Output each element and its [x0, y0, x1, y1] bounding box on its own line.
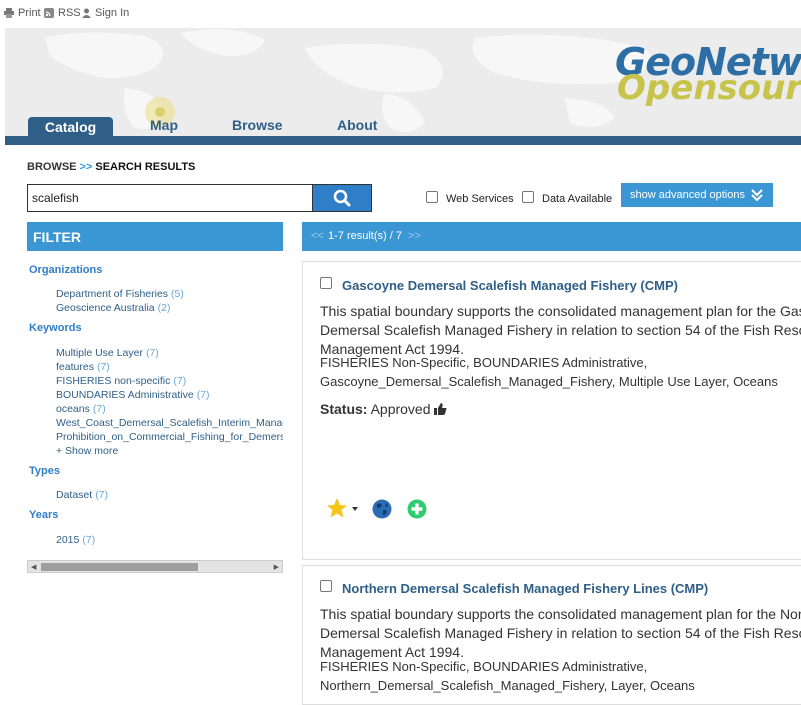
facet-item[interactable]: 2015 (7) — [56, 534, 95, 546]
filter-header: FILTER — [27, 222, 283, 251]
user-icon — [82, 8, 91, 18]
web-services-label: Web Services — [446, 193, 514, 205]
sign-in-link[interactable]: Sign In — [82, 7, 129, 19]
scroll-right-arrow-icon[interactable]: ▶ — [274, 563, 279, 571]
facet-item[interactable]: Geoscience Australia (2) — [56, 302, 170, 314]
status-label: Status: — [320, 401, 368, 417]
select-result-checkbox[interactable] — [320, 277, 332, 289]
advanced-options-label: show advanced options — [630, 189, 745, 201]
status-value: Approved — [370, 401, 431, 417]
search-icon — [333, 189, 351, 207]
breadcrumb-separator: >> — [79, 161, 93, 173]
web-services-checkbox[interactable] — [426, 191, 438, 203]
data-available-label: Data Available — [542, 193, 613, 205]
rss-label: RSS — [58, 7, 81, 19]
breadcrumb: BROWSE >> SEARCH RESULTS — [27, 161, 195, 173]
tab-map[interactable]: Map — [150, 117, 178, 137]
data-available-checkbox[interactable] — [522, 191, 534, 203]
advanced-options-button[interactable]: show advanced options — [621, 183, 773, 207]
nav-bar — [5, 136, 801, 145]
print-icon — [4, 8, 14, 18]
scroll-left-arrow-icon[interactable]: ◀ — [31, 563, 36, 571]
facet-heading-organizations: Organizations — [29, 264, 103, 276]
result-card: Gascoyne Demersal Scalefish Managed Fish… — [302, 261, 801, 560]
facet-item[interactable]: features (7) — [56, 361, 110, 373]
facet-item[interactable]: Prohibition_on_Commercial_Fishing_for_De… — [56, 431, 283, 443]
logo-opensource: Opensource — [617, 68, 801, 108]
result-title[interactable]: Northern Demersal Scalefish Managed Fish… — [342, 581, 708, 596]
tab-catalog[interactable]: Catalog — [28, 117, 113, 137]
result-abstract: This spatial boundary supports the conso… — [320, 606, 801, 660]
facet-item[interactable]: Multiple Use Layer (7) — [56, 347, 159, 359]
thumbs-up-icon — [434, 403, 447, 415]
next-page-button[interactable]: >> — [408, 230, 421, 242]
result-card: Northern Demersal Scalefish Managed Fish… — [302, 565, 801, 705]
result-keywords: FISHERIES Non-Specific, BOUNDARIES Admin… — [320, 659, 695, 693]
results-summary: 1-7 result(s) / 7 — [328, 230, 402, 242]
rss-icon — [44, 8, 54, 18]
previous-page-button[interactable]: << — [311, 230, 324, 242]
show-more-link[interactable]: + Show more — [56, 445, 118, 457]
tab-browse[interactable]: Browse — [232, 117, 283, 137]
search-button[interactable] — [312, 184, 372, 212]
add-icon[interactable] — [407, 499, 427, 519]
result-status: Status: Approved — [320, 401, 447, 417]
print-link[interactable]: Print — [4, 7, 41, 19]
tab-about[interactable]: About — [337, 117, 377, 137]
facet-item[interactable]: oceans (7) — [56, 403, 106, 415]
facet-horizontal-scrollbar[interactable]: ◀ ▶ — [27, 560, 283, 573]
print-label: Print — [18, 7, 41, 19]
select-result-checkbox[interactable] — [320, 580, 332, 592]
chevron-down-icon[interactable] — [352, 507, 358, 511]
header-banner: GeoNetwork Opensource — [5, 28, 801, 137]
facet-heading-years: Years — [29, 509, 59, 521]
result-keywords: FISHERIES Non-Specific, BOUNDARIES Admin… — [320, 355, 778, 389]
facet-heading-keywords: Keywords — [29, 322, 82, 334]
result-title[interactable]: Gascoyne Demersal Scalefish Managed Fish… — [342, 278, 678, 293]
scrollbar-thumb[interactable] — [41, 563, 198, 571]
results-bar: << 1-7 result(s) / 7 >> — [302, 222, 801, 251]
search-input[interactable] — [27, 184, 313, 212]
breadcrumb-current: SEARCH RESULTS — [95, 161, 196, 173]
facet-item[interactable]: West_Coast_Demersal_Scalefish_Interim_Ma… — [56, 417, 283, 429]
facet-item[interactable]: BOUNDARIES Administrative (7) — [56, 389, 210, 401]
globe-icon[interactable] — [372, 499, 392, 519]
rss-link[interactable]: RSS — [44, 7, 81, 19]
facet-item[interactable]: Dataset (7) — [56, 489, 108, 501]
facet-heading-types: Types — [29, 465, 60, 477]
facet-item[interactable]: FISHERIES non-specific (7) — [56, 375, 186, 387]
result-abstract: This spatial boundary supports the conso… — [320, 303, 801, 357]
top-utility-bar: Print RSS Sign In — [0, 0, 801, 28]
facet-list: Organizations Department of Fisheries (5)… — [27, 252, 283, 562]
sign-in-label: Sign In — [95, 7, 130, 19]
facet-item[interactable]: Department of Fisheries (5) — [56, 288, 184, 300]
double-chevron-down-icon — [751, 189, 763, 201]
breadcrumb-browse[interactable]: BROWSE — [27, 161, 77, 173]
star-rating-icon[interactable] — [326, 498, 348, 518]
